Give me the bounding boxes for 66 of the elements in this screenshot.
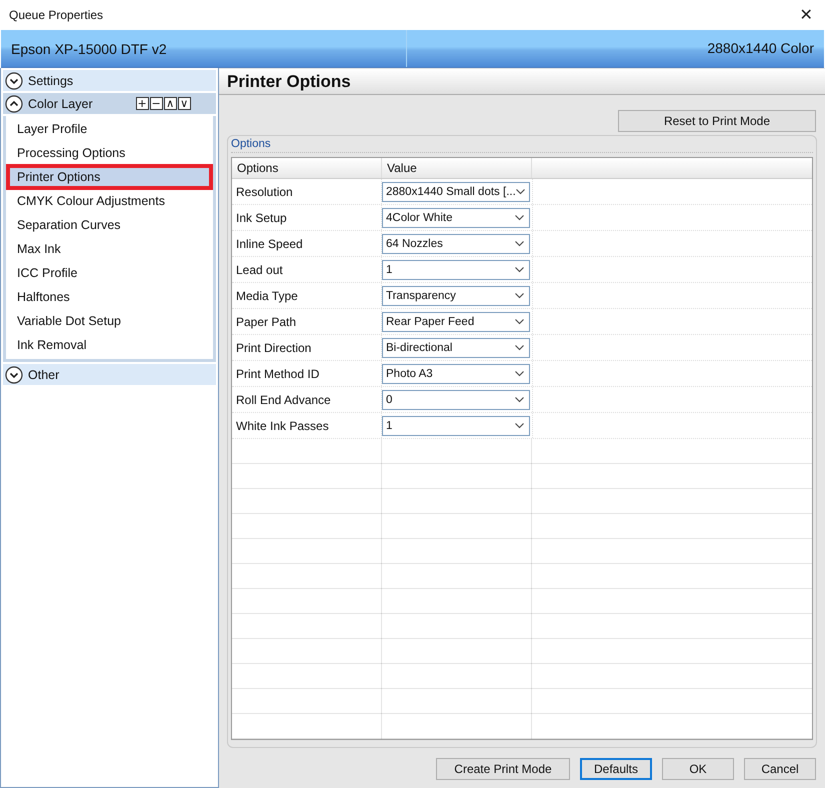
caret-icon xyxy=(515,318,524,324)
layer-tool-button[interactable]: ∧ xyxy=(164,97,177,110)
chevron-icon xyxy=(5,366,23,384)
close-button[interactable]: ✕ xyxy=(791,1,821,29)
dialog-button[interactable]: Defaults xyxy=(580,758,652,780)
value-dropdown[interactable]: 1 xyxy=(382,416,530,436)
value-dropdown[interactable]: 1 xyxy=(382,260,530,280)
value-dropdown[interactable]: Bi-directional xyxy=(382,338,530,358)
sidebar-item[interactable]: Halftones xyxy=(7,285,212,309)
option-name: Ink Setup xyxy=(236,210,287,224)
print-mode-name: 2880x1440 Color xyxy=(406,30,814,67)
value-dropdown[interactable]: 4Color White xyxy=(382,208,530,228)
caret-icon xyxy=(516,188,525,194)
caret-icon xyxy=(515,214,524,220)
layer-tool-button[interactable]: − xyxy=(150,97,163,110)
caret-icon xyxy=(515,344,524,350)
sidebar-item[interactable]: Processing Options xyxy=(7,141,212,165)
dialog-button[interactable]: Cancel xyxy=(744,758,816,780)
value-dropdown[interactable]: 2880x1440 Small dots [... xyxy=(382,182,530,202)
group-label: Settings xyxy=(28,74,74,88)
sidebar-item[interactable]: ICC Profile xyxy=(7,261,212,285)
group-label: Other xyxy=(28,368,60,382)
group-header[interactable]: Other xyxy=(3,364,216,385)
value-dropdown[interactable]: Photo A3 xyxy=(382,364,530,384)
sidebar-item[interactable]: CMYK Colour Adjustments xyxy=(7,189,212,213)
caret-icon xyxy=(515,370,524,376)
dialog-button[interactable]: OK xyxy=(662,758,734,780)
option-name: Print Direction xyxy=(236,340,312,354)
option-name: Inline Speed xyxy=(236,236,303,250)
option-name: Media Type xyxy=(236,288,298,302)
value-dropdown[interactable]: 64 Nozzles xyxy=(382,234,530,254)
sidebar-item[interactable]: Max Ink xyxy=(7,237,212,261)
caret-icon xyxy=(515,240,524,246)
sidebar-item[interactable]: Printer Options xyxy=(7,165,212,189)
option-name: Paper Path xyxy=(236,314,296,328)
caret-icon xyxy=(515,266,524,272)
value-dropdown[interactable]: 0 xyxy=(382,390,530,410)
printer-name: Epson XP-15000 DTF v2 xyxy=(11,40,167,56)
caret-icon xyxy=(515,422,524,428)
reset-button[interactable]: Reset to Print Mode xyxy=(618,110,816,132)
caret-icon xyxy=(515,292,524,298)
option-name: Roll End Advance xyxy=(236,392,331,406)
option-name: White Ink Passes xyxy=(236,418,329,432)
sidebar-item[interactable]: Variable Dot Setup xyxy=(7,309,212,333)
option-name: Lead out xyxy=(236,262,283,276)
sidebar-item[interactable]: Ink Removal xyxy=(7,333,212,357)
column-header: Options xyxy=(232,158,382,178)
value-dropdown[interactable]: Transparency xyxy=(382,286,530,306)
group-label: Color Layer xyxy=(28,96,93,110)
layer-tool-button[interactable]: ∨ xyxy=(178,97,191,110)
value-dropdown[interactable]: Rear Paper Feed xyxy=(382,312,530,332)
option-name: Print Method ID xyxy=(236,366,320,380)
caret-icon xyxy=(515,396,524,402)
sidebar-item[interactable]: Layer Profile xyxy=(7,117,212,141)
group-header[interactable]: Color Layer + − ∧ ∨ xyxy=(3,93,216,114)
group-title: Options xyxy=(231,138,813,153)
layer-tool-button[interactable]: + xyxy=(136,97,149,110)
chevron-icon xyxy=(5,72,23,90)
sidebar-item[interactable]: Separation Curves xyxy=(7,213,212,237)
window-title: Queue Properties xyxy=(9,8,104,22)
option-name: Resolution xyxy=(236,184,293,198)
chevron-icon xyxy=(5,94,23,112)
group-header[interactable]: Settings xyxy=(3,70,216,91)
page-title: Printer Options xyxy=(227,72,351,91)
dialog-button[interactable]: Create Print Mode xyxy=(436,758,570,780)
column-header: Value xyxy=(382,158,532,178)
